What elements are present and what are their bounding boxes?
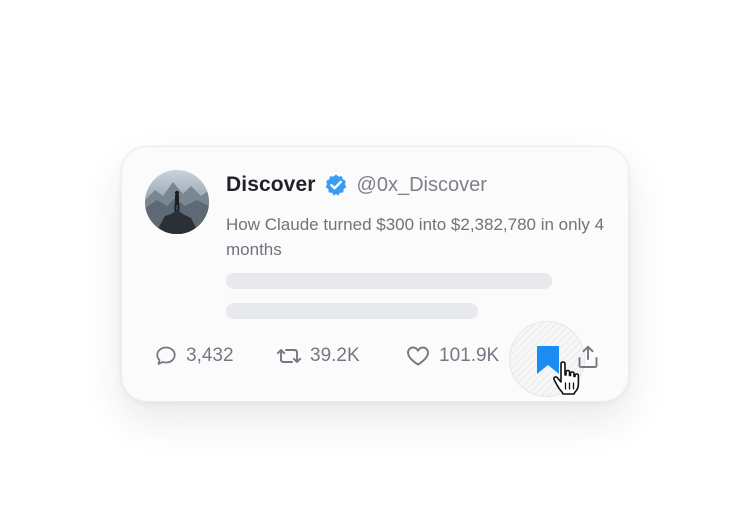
verified-badge-icon	[324, 173, 348, 197]
avatar-image	[145, 170, 209, 234]
display-name[interactable]: Discover	[226, 173, 316, 197]
tweet-header: Discover @0x_Discover	[226, 173, 487, 197]
user-handle[interactable]: @0x_Discover	[357, 174, 487, 197]
comment-icon	[156, 346, 176, 365]
like-count: 101.9K	[439, 345, 500, 366]
skeleton-line	[226, 303, 478, 319]
retweet-icon	[276, 349, 302, 363]
avatar[interactable]	[145, 170, 209, 234]
skeleton-line	[226, 273, 552, 289]
heart-icon	[407, 346, 429, 366]
retweet-button[interactable]: 39.2K	[276, 341, 360, 371]
reply-button[interactable]: 3,432	[154, 341, 234, 371]
retweet-count: 39.2K	[310, 345, 360, 366]
tweet-text: How Claude turned $300 into $2,382,780 i…	[226, 215, 605, 259]
hand-pointer-cursor-icon	[553, 361, 580, 395]
reply-count: 3,432	[186, 345, 234, 366]
tweet-card[interactable]: Discover @0x_Discover How Claude turned …	[121, 146, 629, 402]
stage: Discover @0x_Discover How Claude turned …	[0, 0, 750, 508]
like-button[interactable]: 101.9K	[405, 341, 499, 371]
